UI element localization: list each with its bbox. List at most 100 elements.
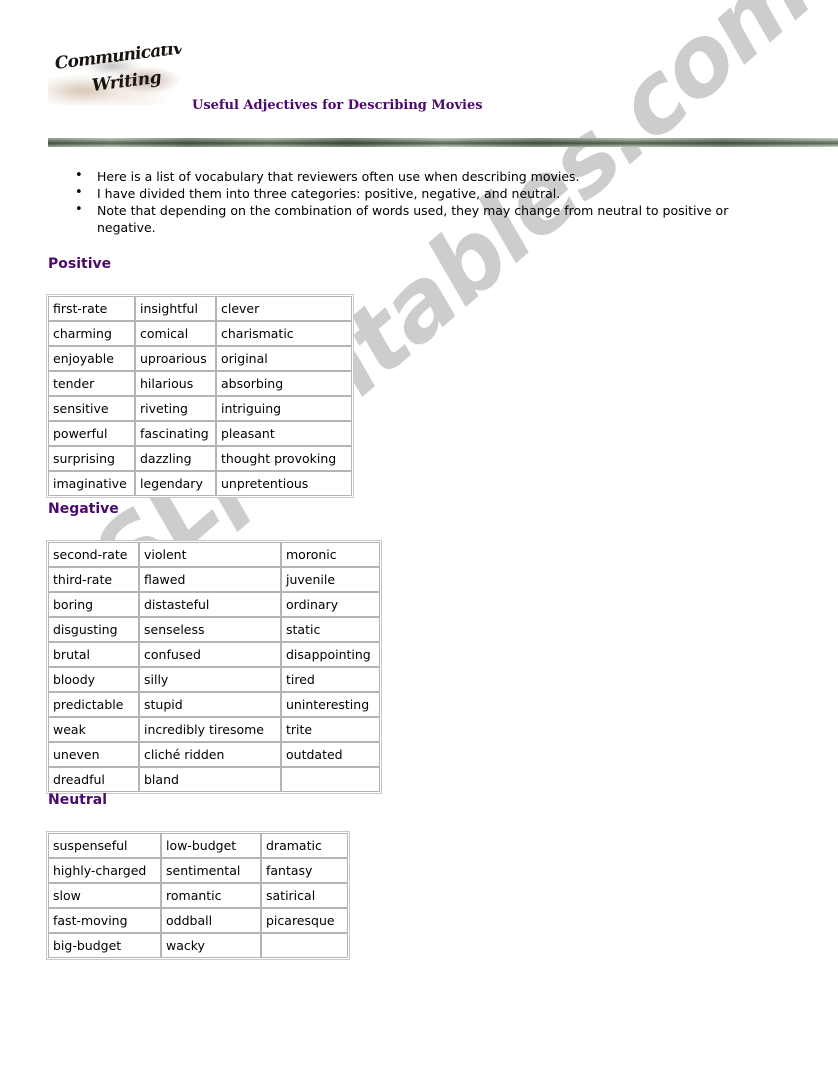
table-cell: dazzling bbox=[135, 446, 216, 471]
table-cell: incredibly tiresome bbox=[139, 717, 281, 742]
logo-line-1: Communicative bbox=[53, 46, 182, 74]
table-cell: stupid bbox=[139, 692, 281, 717]
table-cell: charismatic bbox=[216, 321, 352, 346]
table-body: first-rate insightful clever charming comica… bbox=[48, 296, 352, 496]
table-row: suspenseful low-budget dramatic bbox=[48, 833, 348, 858]
table-body: suspenseful low-budget dramatic highly-char… bbox=[48, 833, 348, 958]
table-row: big-budget wacky bbox=[48, 933, 348, 958]
intro-section: Here is a list of vocabulary that review… bbox=[0, 167, 838, 236]
table-cell: enjoyable bbox=[48, 346, 135, 371]
table-cell: picaresque bbox=[261, 908, 348, 933]
table-cell: flawed bbox=[139, 567, 281, 592]
table-cell: thought provoking bbox=[216, 446, 352, 471]
table-cell: suspenseful bbox=[48, 833, 161, 858]
table-row: tender hilarious absorbing bbox=[48, 371, 352, 396]
table-cell: charming bbox=[48, 321, 135, 346]
table-cell: silly bbox=[139, 667, 281, 692]
table-cell: romantic bbox=[161, 883, 261, 908]
table-row: boring distasteful ordinary bbox=[48, 592, 380, 617]
table-cell: unpretentious bbox=[216, 471, 352, 496]
table-cell: original bbox=[216, 346, 352, 371]
table-row: fast-moving oddball picaresque bbox=[48, 908, 348, 933]
table-cell: big-budget bbox=[48, 933, 161, 958]
table-cell: predictable bbox=[48, 692, 139, 717]
table-cell: low-budget bbox=[161, 833, 261, 858]
table-row: predictable stupid uninteresting bbox=[48, 692, 380, 717]
table-row: highly-charged sentimental fantasy bbox=[48, 858, 348, 883]
table-cell: bland bbox=[139, 767, 281, 792]
table-cell: fantasy bbox=[261, 858, 348, 883]
table-row: bloody silly tired bbox=[48, 667, 380, 692]
table-row: sensitive riveting intriguing bbox=[48, 396, 352, 421]
table-cell: bloody bbox=[48, 667, 139, 692]
section-heading-negative: Negative bbox=[48, 501, 119, 517]
table-row: uneven cliché ridden outdated bbox=[48, 742, 380, 767]
table-row: third-rate flawed juvenile bbox=[48, 567, 380, 592]
table-cell: dreadful bbox=[48, 767, 139, 792]
table-cell: pleasant bbox=[216, 421, 352, 446]
table-cell: violent bbox=[139, 542, 281, 567]
page-title: Useful Adjectives for Describing Movies bbox=[192, 98, 483, 113]
table-cell: sensitive bbox=[48, 396, 135, 421]
table-cell bbox=[281, 767, 380, 792]
table-cell: uninteresting bbox=[281, 692, 380, 717]
table-cell: second-rate bbox=[48, 542, 139, 567]
section-heading-positive: Positive bbox=[48, 256, 112, 272]
table-cell: hilarious bbox=[135, 371, 216, 396]
table-cell: third-rate bbox=[48, 567, 139, 592]
table-cell: highly-charged bbox=[48, 858, 161, 883]
table-cell: oddball bbox=[161, 908, 261, 933]
table-row: weak incredibly tiresome trite bbox=[48, 717, 380, 742]
list-item: Here is a list of vocabulary that review… bbox=[75, 167, 787, 185]
logo-line-2: Writing bbox=[90, 67, 163, 96]
table-cell: fascinating bbox=[135, 421, 216, 446]
table-cell: confused bbox=[139, 642, 281, 667]
table-cell: juvenile bbox=[281, 567, 380, 592]
table-cell: tender bbox=[48, 371, 135, 396]
table-cell: ordinary bbox=[281, 592, 380, 617]
communicative-writing-logo: Communicative Writing bbox=[48, 46, 182, 105]
adjectives-table-neutral: suspenseful low-budget dramatic highly-char… bbox=[46, 831, 350, 960]
list-item: I have divided them into three categorie… bbox=[75, 184, 787, 202]
worksheet-page: Communicative Writing Useful Adjectives … bbox=[0, 0, 838, 1086]
table-row: powerful fascinating pleasant bbox=[48, 421, 352, 446]
table-row: imaginative legendary unpretentious bbox=[48, 471, 352, 496]
table-cell: uproarious bbox=[135, 346, 216, 371]
table-cell: trite bbox=[281, 717, 380, 742]
table-cell: intriguing bbox=[216, 396, 352, 421]
table-cell: static bbox=[281, 617, 380, 642]
table-cell: legendary bbox=[135, 471, 216, 496]
table-row: enjoyable uproarious original bbox=[48, 346, 352, 371]
table-row: second-rate violent moronic bbox=[48, 542, 380, 567]
table-cell: dramatic bbox=[261, 833, 348, 858]
table-cell: imaginative bbox=[48, 471, 135, 496]
table-cell: sentimental bbox=[161, 858, 261, 883]
list-item: Note that depending on the combination o… bbox=[75, 201, 787, 236]
table-cell: boring bbox=[48, 592, 139, 617]
table-cell: distasteful bbox=[139, 592, 281, 617]
table-cell: outdated bbox=[281, 742, 380, 767]
table-body: second-rate violent moronic third-rate flawe… bbox=[48, 542, 380, 792]
table-row: charming comical charismatic bbox=[48, 321, 352, 346]
table-row: slow romantic satirical bbox=[48, 883, 348, 908]
table-cell: powerful bbox=[48, 421, 135, 446]
table-cell: disgusting bbox=[48, 617, 139, 642]
section-heading-neutral: Neutral bbox=[48, 792, 108, 808]
table-cell: clever bbox=[216, 296, 352, 321]
table-cell: fast-moving bbox=[48, 908, 161, 933]
table-cell: cliché ridden bbox=[139, 742, 281, 767]
table-cell: absorbing bbox=[216, 371, 352, 396]
table-row: brutal confused disappointing bbox=[48, 642, 380, 667]
table-cell: first-rate bbox=[48, 296, 135, 321]
table-cell: disappointing bbox=[281, 642, 380, 667]
intro-bullet-list: Here is a list of vocabulary that review… bbox=[0, 167, 838, 236]
table-cell: moronic bbox=[281, 542, 380, 567]
table-cell: tired bbox=[281, 667, 380, 692]
adjectives-table-positive: first-rate insightful clever charming comica… bbox=[46, 294, 354, 498]
table-cell: surprising bbox=[48, 446, 135, 471]
table-cell: senseless bbox=[139, 617, 281, 642]
table-cell: comical bbox=[135, 321, 216, 346]
table-cell: insightful bbox=[135, 296, 216, 321]
table-row: first-rate insightful clever bbox=[48, 296, 352, 321]
table-row: disgusting senseless static bbox=[48, 617, 380, 642]
